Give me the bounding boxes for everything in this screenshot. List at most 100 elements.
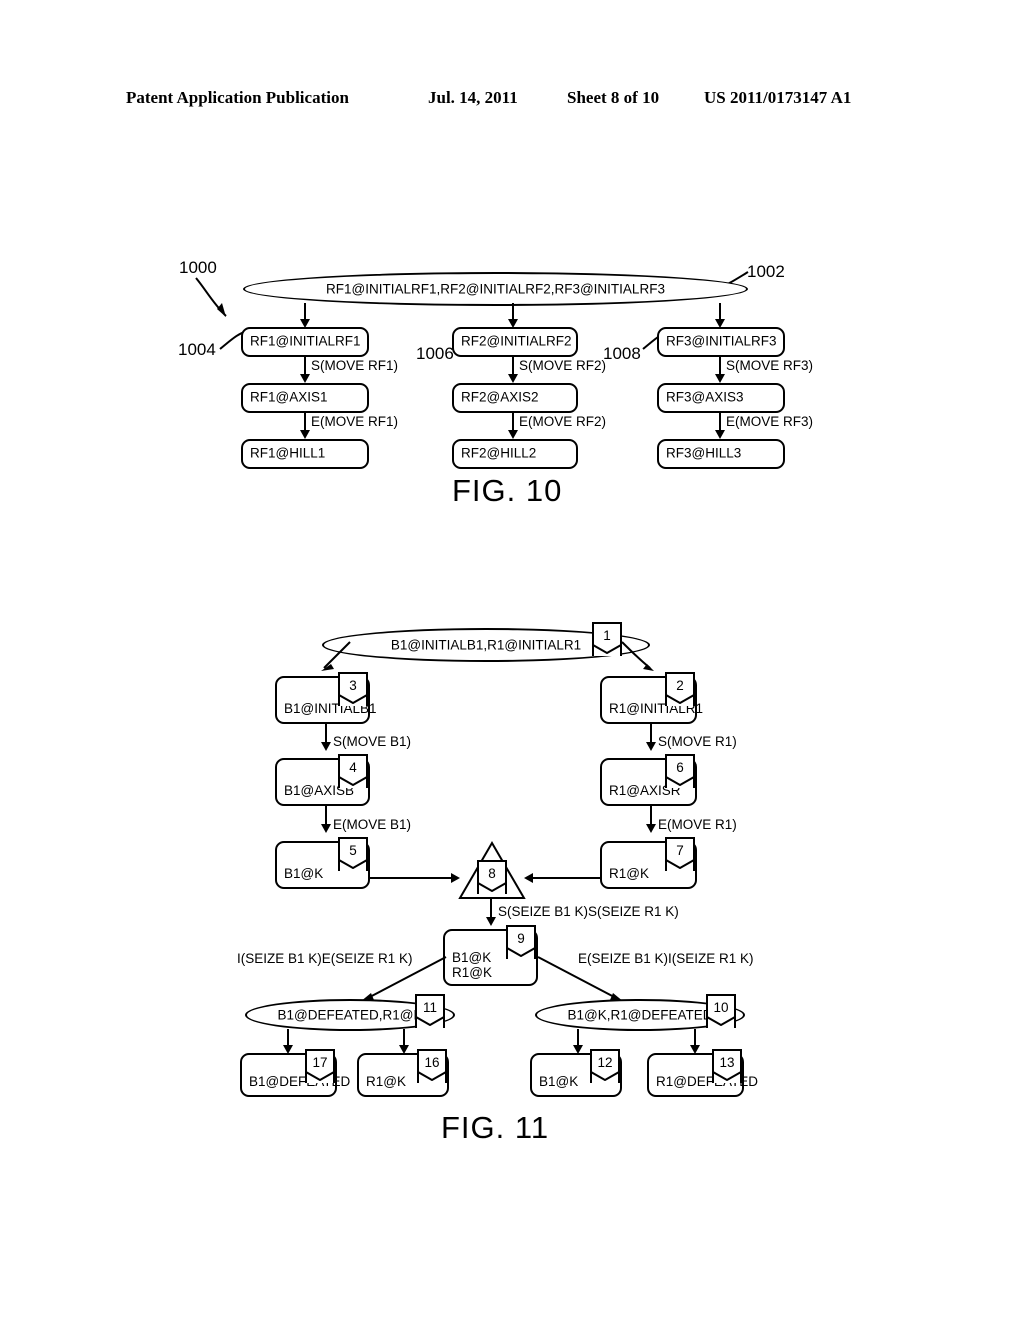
badge-tag-12: 12 — [590, 1049, 620, 1083]
badge-tag-5: 5 — [338, 837, 368, 871]
badge-number: 13 — [719, 1055, 735, 1070]
badge-number: 9 — [517, 931, 525, 946]
fig10-node-rf3-hill: RF3@HILL3 — [657, 439, 785, 469]
fig10-c2-edge1-label: S(MOVE RF2) — [519, 358, 607, 373]
fig10-c3-edge1-arrow — [715, 374, 725, 383]
badge-tag-4: 4 — [338, 754, 368, 788]
fig10-c3-edge1-label: S(MOVE RF3) — [726, 358, 814, 373]
badge-tag-1: 1 — [592, 622, 622, 656]
node-label: R1@K — [609, 866, 649, 882]
badge-number: 6 — [676, 760, 684, 775]
node-label: RF2@AXIS2 — [461, 389, 539, 405]
publication-title: Patent Application Publication — [126, 88, 349, 107]
node-label: B1@DEFEATED — [249, 1074, 351, 1090]
fig11-left-edge2-line — [325, 806, 327, 826]
node-label: R1@K — [366, 1074, 406, 1090]
fig10-node-rf1-initial: RF1@INITIALRF1 — [241, 327, 369, 357]
fig10-c1-edge1-arrow — [300, 374, 310, 383]
fig11-caption: FIG. 11 — [441, 1110, 550, 1145]
fig10-root-ellipse: RF1@INITIALRF1,RF2@INITIALRF2,RF3@INITIA… — [243, 272, 748, 306]
fig10-node-rf2-axis: RF2@AXIS2 — [452, 383, 578, 413]
fig10-c2-edge2-arrow — [508, 430, 518, 439]
fig11-junction-edge-label: S(SEIZE B1 K)S(SEIZE R1 K) — [498, 904, 679, 919]
fig11-left-edge2-label: E(MOVE B1) — [333, 817, 412, 832]
badge-number: 12 — [597, 1055, 613, 1070]
fig11-left-edge1-arrow — [321, 742, 331, 751]
node-label-line2: R1@K — [452, 964, 492, 980]
leader-1000 — [195, 277, 227, 317]
ref-label-1000: 1000 — [179, 258, 217, 277]
fig10-node-rf2-initial: RF2@INITIALRF2 — [452, 327, 578, 357]
fig11-fork-right-label: E(SEIZE B1 K)I(SEIZE R1 K) — [578, 951, 754, 966]
node-label: RF3@HILL3 — [666, 445, 742, 461]
badge-tag-6: 6 — [665, 754, 695, 788]
badge-number: 1 — [603, 628, 611, 643]
badge-tag-16: 16 — [417, 1049, 447, 1083]
badge-number: 17 — [312, 1055, 328, 1070]
fig10-root-ellipse-label: RF1@INITIALRF1,RF2@INITIALRF2,RF3@INITIA… — [326, 281, 665, 297]
badge-tag-3: 3 — [338, 672, 368, 706]
fig11-left-edge2-arrow — [321, 824, 331, 833]
ref-label-1008: 1008 — [603, 344, 641, 363]
badge-tag-7: 7 — [665, 837, 695, 871]
badge-tag-17: 17 — [305, 1049, 335, 1083]
fig10-c1-edge2-label: E(MOVE RF1) — [311, 414, 399, 429]
fig11-right-edge2-arrow — [646, 824, 656, 833]
fig11-junction-edge-arrow — [486, 917, 496, 926]
publication-date: Jul. 14, 2011 — [428, 88, 518, 107]
fig10-caption: FIG. 10 — [452, 473, 563, 508]
node-label: B1@K — [539, 1074, 579, 1090]
fig10-c2-edge2-label: E(MOVE RF2) — [519, 414, 607, 429]
node-label-line1: B1@K — [452, 949, 492, 965]
badge-tag-9: 9 — [506, 925, 536, 959]
node-label: RF3@AXIS3 — [666, 389, 744, 405]
badge-tag-13: 13 — [712, 1049, 742, 1083]
fig11-right-edge1-arrow — [646, 742, 656, 751]
fig10-node-rf3-axis: RF3@AXIS3 — [657, 383, 785, 413]
fig10-node-rf1-axis: RF1@AXIS1 — [241, 383, 369, 413]
node-label: B1@K — [284, 866, 324, 882]
ref-label-1006: 1006 — [416, 344, 454, 363]
fig10-c2-edge1-arrow — [508, 374, 518, 383]
badge-number: 3 — [349, 678, 357, 693]
node-label: RF2@HILL2 — [461, 445, 537, 461]
fig11-b1k-to-junction-line — [370, 877, 452, 879]
fig11-left-edge1-line — [325, 724, 327, 744]
fig10-c3-edge2-label: E(MOVE RF3) — [726, 414, 814, 429]
node-label: RF1@INITIALRF1 — [250, 333, 361, 349]
node-label: B1@K R1@K — [452, 950, 492, 980]
node-label: RF3@INITIALRF3 — [666, 333, 777, 349]
badge-tag-8: 8 — [477, 860, 507, 894]
node-label: RF2@INITIALRF2 — [461, 333, 572, 349]
fig11-right-edge2-label: E(MOVE R1) — [658, 817, 737, 832]
badge-number: 8 — [488, 866, 496, 881]
node-label: RF1@HILL1 — [250, 445, 326, 461]
badge-number: 4 — [349, 760, 357, 775]
node-label: R1@DEFEATED — [656, 1074, 758, 1090]
fig11-root-right-arrow — [621, 641, 654, 671]
sheet-number: Sheet 8 of 10 — [567, 88, 660, 107]
badge-tag-2: 2 — [665, 672, 695, 706]
badge-number: 10 — [713, 1000, 729, 1015]
badge-number: 7 — [676, 843, 684, 858]
fig11-right-edge1-label: S(MOVE R1) — [658, 734, 737, 749]
badge-number: 2 — [676, 678, 684, 693]
node-label: RF1@AXIS1 — [250, 389, 328, 405]
fig10-c3-edge2-arrow — [715, 430, 725, 439]
fig11-r1k-to-junction-line — [532, 877, 600, 879]
fig11-right-edge1-line — [650, 724, 652, 744]
badge-tag-10: 10 — [706, 994, 736, 1028]
badge-number: 5 — [349, 843, 357, 858]
fig11-fork-left-label: I(SEIZE B1 K)E(SEIZE R1 K) — [237, 951, 413, 966]
fig11-left-edge1-label: S(MOVE B1) — [333, 734, 412, 749]
badge-tag-11: 11 — [415, 994, 445, 1028]
fig10-node-rf2-hill: RF2@HILL2 — [452, 439, 578, 469]
fig10-c1-edge2-arrow — [300, 430, 310, 439]
ref-label-1004: 1004 — [178, 340, 216, 359]
fig10-node-rf3-initial: RF3@INITIALRF3 — [657, 327, 785, 357]
fig10-c1-edge1-label: S(MOVE RF1) — [311, 358, 399, 373]
badge-number: 16 — [424, 1055, 440, 1070]
badge-number: 11 — [422, 1000, 437, 1015]
fig10-node-rf1-hill: RF1@HILL1 — [241, 439, 369, 469]
patent-number: US 2011/0173147 A1 — [704, 88, 852, 107]
